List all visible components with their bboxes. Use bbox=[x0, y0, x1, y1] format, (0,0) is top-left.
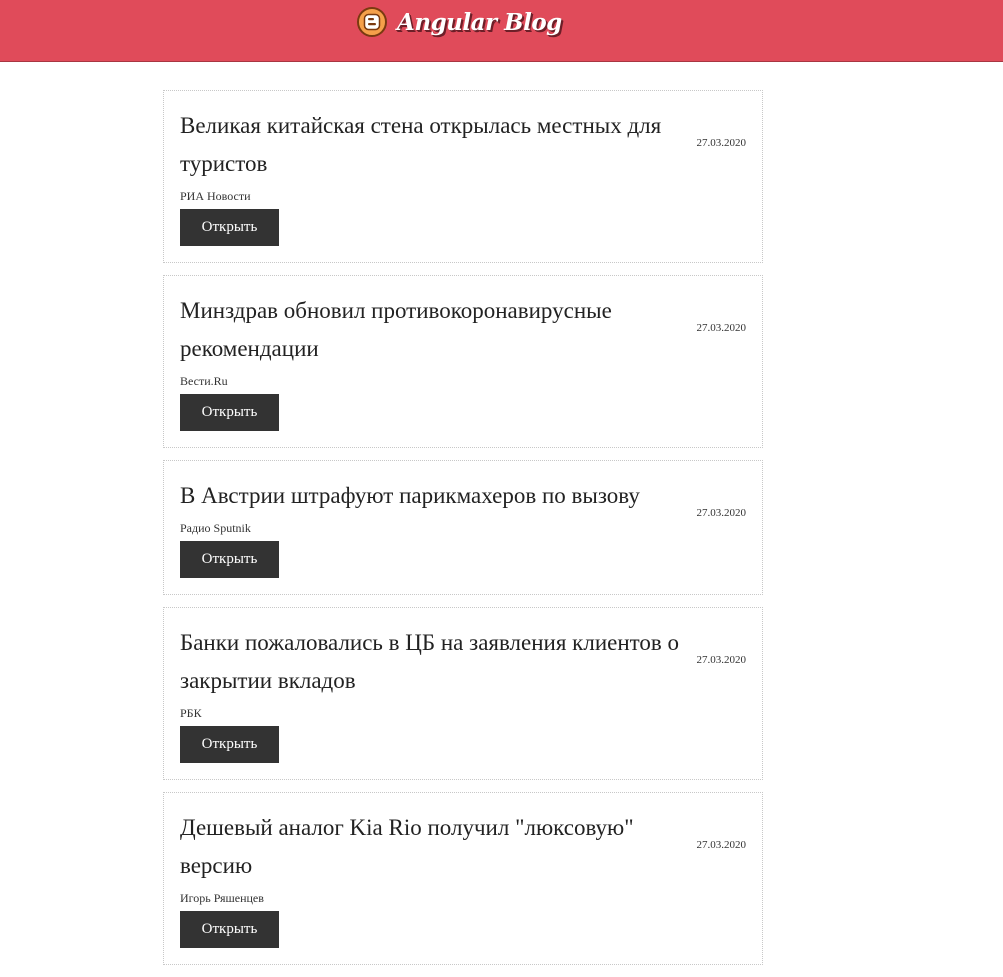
post-card: Дешевый аналог Kia Rio получил "люксовую… bbox=[163, 792, 763, 965]
post-title: В Австрии штрафуют парикмахеров по вызов… bbox=[180, 483, 640, 508]
brand-name: Angular Blog bbox=[397, 8, 562, 36]
post-source: Игорь Ряшенцев bbox=[180, 891, 264, 905]
post-source: РИА Новости bbox=[180, 189, 251, 203]
post-date: 27.03.2020 bbox=[696, 654, 747, 666]
post-source: Радио Sputnik bbox=[180, 521, 251, 535]
open-post-button[interactable]: Открыть bbox=[180, 726, 279, 763]
post-date: 27.03.2020 bbox=[696, 137, 747, 149]
post-source: РБК bbox=[180, 706, 202, 720]
post-title: Великая китайская стена открылась местны… bbox=[180, 113, 662, 176]
open-post-button[interactable]: Открыть bbox=[180, 541, 279, 578]
post-date: 27.03.2020 bbox=[696, 507, 747, 519]
top-bar: Angular Blog bbox=[0, 0, 1003, 62]
open-post-button[interactable]: Открыть bbox=[180, 911, 279, 948]
post-card: Банки пожаловались в ЦБ на заявления кли… bbox=[163, 607, 763, 780]
open-post-button[interactable]: Открыть bbox=[180, 394, 279, 431]
post-card: В Австрии штрафуют парикмахеров по вызов… bbox=[163, 460, 763, 595]
brand-link[interactable]: Angular Blog bbox=[357, 7, 562, 37]
post-source: Вести.Ru bbox=[180, 374, 228, 388]
blogger-icon bbox=[357, 7, 387, 37]
open-post-button[interactable]: Открыть bbox=[180, 209, 279, 246]
post-date: 27.03.2020 bbox=[696, 322, 747, 334]
post-title: Банки пожаловались в ЦБ на заявления кли… bbox=[180, 630, 680, 693]
post-card: Минздрав обновил противокоронавирусные р… bbox=[163, 275, 763, 448]
post-date: 27.03.2020 bbox=[696, 839, 747, 851]
post-card: Великая китайская стена открылась местны… bbox=[163, 90, 763, 263]
post-title: Дешевый аналог Kia Rio получил "люксовую… bbox=[180, 815, 634, 878]
post-title: Минздрав обновил противокоронавирусные р… bbox=[180, 298, 612, 361]
post-feed: Великая китайская стена открылась местны… bbox=[163, 90, 763, 977]
